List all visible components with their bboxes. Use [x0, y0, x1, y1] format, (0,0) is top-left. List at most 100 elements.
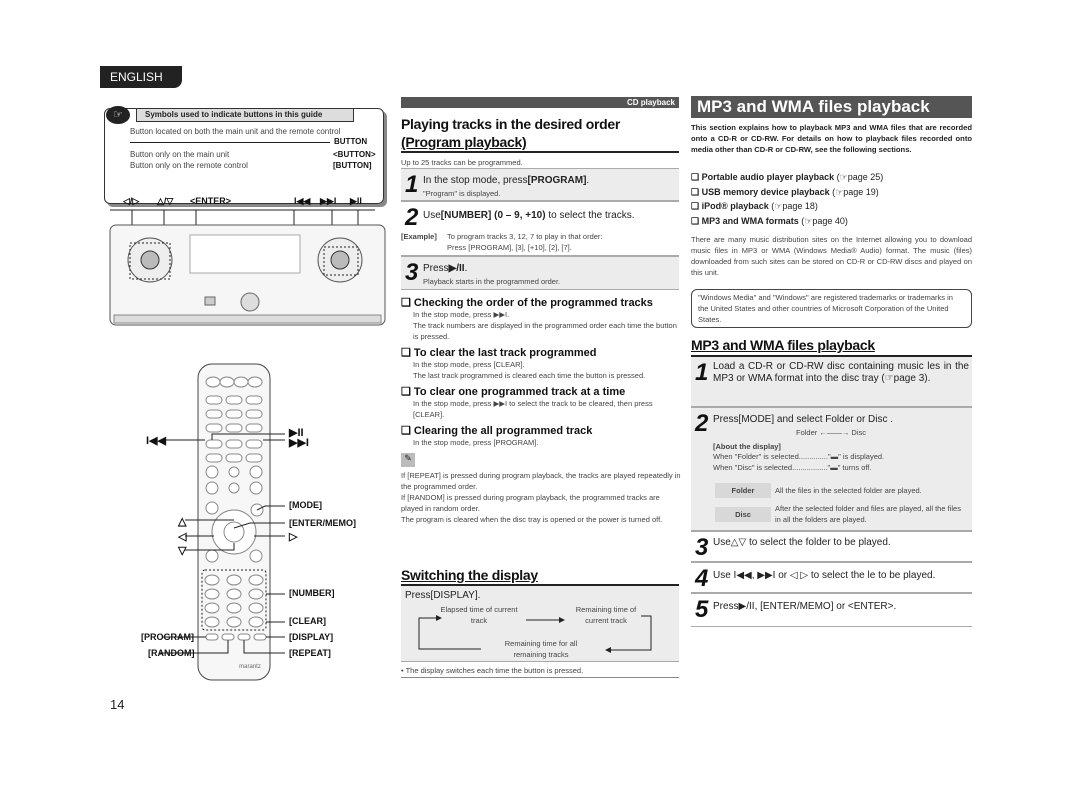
step-subtext: Playback starts in the programmed order. — [423, 277, 561, 286]
example-line1: To program tracks 3, 12, 7 to play in th… — [447, 232, 603, 241]
example-line2: Press [PROGRAM], [3], [+10], [2], [7]. — [447, 243, 572, 252]
link-usb-memory[interactable]: ❑ USB memory device playback (☞page 19) — [691, 185, 972, 200]
remote-brand-text: marantz — [239, 664, 261, 670]
step-number: 3 — [405, 259, 419, 286]
display-box: Press[DISPLAY]. Elapsed time of current … — [401, 584, 679, 662]
link-ref: (☞page 18) — [771, 201, 818, 211]
symbols-remote: Button only on the remote control — [130, 161, 248, 170]
step-number: 1 — [405, 171, 419, 198]
link-label: ❑ MP3 and WMA formats — [691, 215, 799, 226]
subsection-text: In the stop mode, press [CLEAR]. — [413, 360, 525, 369]
symbols-both-tag: BUTTON — [334, 137, 368, 146]
display-cycle-arrows — [418, 615, 652, 653]
step-number: 2 — [405, 204, 419, 231]
mp3-step-1: 1 Load a CD-R or CD-RW disc containing m… — [691, 355, 972, 407]
note-item: If [REPEAT] is pressed during program pl… — [401, 471, 681, 491]
step-number: 3 — [695, 534, 709, 561]
link-label: ❑ Portable audio player playback — [691, 172, 835, 182]
subsection-title: ❑ To clear one programmed track at a tim… — [401, 386, 626, 398]
divider — [401, 677, 679, 678]
program-step-2: 2 Use[NUMBER] (0 – 9, +10) to select the… — [401, 201, 679, 256]
subsection-text: In the stop mode, press [PROGRAM]. — [413, 438, 539, 447]
program-title-line1: Playing tracks in the desired order — [401, 116, 621, 132]
remote-label-next: ▶▶I — [289, 437, 309, 449]
step-number: 4 — [695, 565, 709, 592]
symbols-remote-tag: [BUTTON] — [333, 161, 372, 170]
link-mp3-wma-formats[interactable]: ❑ MP3 and WMA formats (☞page 40) — [691, 214, 972, 229]
main-unit-illustration — [109, 209, 386, 326]
about-disc: When "Disc" is selected.................… — [713, 463, 872, 472]
symbols-title: Symbols used to indicate buttons in this… — [136, 108, 354, 122]
step-text-end: . — [586, 175, 590, 186]
program-title-line2: (Program playback) — [401, 134, 527, 150]
remote-label-enter-memo: [ENTER/MEMO] — [289, 518, 356, 528]
symbols-both: Button located on both the main unit and… — [130, 127, 341, 136]
program-step-3: 3 Press▶/II. Playback starts in the prog… — [401, 256, 679, 290]
step-number: 1 — [695, 359, 709, 386]
mp3-step-3: 3 Use△▽ to select the folder to be playe… — [691, 531, 972, 562]
step-number: 2 — [695, 410, 709, 437]
program-subsections: ❑ Checking the order of the programmed t… — [401, 296, 681, 525]
step-text: Press — [423, 263, 449, 274]
disc-label: Disc — [715, 507, 771, 522]
remote-label-down: ▽ — [178, 545, 187, 557]
link-ref: (☞page 19) — [832, 186, 879, 197]
step-text-end: . — [464, 263, 468, 274]
arrow-line — [130, 142, 330, 143]
remote-label-right: ▷ — [289, 531, 298, 543]
step-text: In the stop mode, press — [423, 175, 528, 186]
link-ref: (☞page 40) — [801, 215, 848, 226]
title-rule — [401, 151, 679, 153]
program-button-ref: [PROGRAM] — [527, 175, 587, 186]
remote-label-program: [PROGRAM] — [141, 632, 194, 642]
step-text: Press[MODE] and select Folder or Disc . — [713, 414, 894, 425]
mp3-step-5: 5 Press▶/II, [ENTER/MEMO] or <ENTER>. — [691, 593, 972, 627]
language-tab: ENGLISH — [100, 66, 182, 88]
remote-label-mode: [MODE] — [289, 500, 322, 510]
step-text: Use — [423, 210, 441, 221]
step-text: Use△▽ to select the folder to be played. — [713, 537, 891, 548]
note-pencil-icon: ✎ — [401, 453, 415, 467]
disc-description: After the selected folder and files are … — [775, 504, 961, 524]
remote-label-repeat: [REPEAT] — [289, 648, 331, 658]
mp3-step-2: 2 Press[MODE] and select Folder or Disc … — [691, 407, 972, 531]
mp3-intro: This section explains how to playback MP… — [691, 123, 972, 154]
note-item: If [RANDOM] is pressed during program pl… — [401, 493, 660, 513]
remote-label-number: [NUMBER] — [289, 588, 335, 598]
remote-label-left: ◁ — [178, 531, 187, 543]
remote-label-clear: [CLEAR] — [289, 616, 326, 626]
step-text: Press▶/II, [ENTER/MEMO] or <ENTER>. — [713, 601, 897, 612]
link-ref: (☞page 25) — [836, 172, 884, 182]
trademark-box: "Windows Media" and "Windows" are regist… — [691, 289, 972, 328]
step-subtext: "Program" is displayed. — [423, 189, 501, 198]
folder-label: Folder — [715, 483, 771, 498]
step-text-end: to select the tracks. — [545, 210, 635, 221]
step-text: Load a CD-R or CD-RW disc containing mus… — [713, 361, 969, 384]
program-step-1: 1 In the stop mode, press[PROGRAM]. "Pro… — [401, 168, 679, 201]
step-text: Use I◀◀, ▶▶I or ◁ ▷ to select the le to … — [713, 570, 936, 581]
example-label: [Example] — [401, 232, 437, 241]
link-label: ❑ iPod® playback — [691, 201, 769, 211]
mp3-wma-header: MP3 and WMA files playback — [691, 96, 972, 118]
pointing-hand-icon: ☞ — [106, 106, 130, 124]
remote-label-prev: I◀◀ — [146, 435, 166, 447]
play-pause-ref: ▶/II — [448, 263, 465, 274]
folder-disc-toggle: Folder ←——→ Disc — [796, 428, 867, 437]
link-ipod[interactable]: ❑ iPod® playback (☞page 18) — [691, 199, 972, 214]
subsection-text: In the stop mode, press ▶▶I to select th… — [413, 399, 653, 419]
remote-label-random: [RANDOM] — [148, 648, 195, 658]
subsection-title: ❑ Checking the order of the programmed t… — [401, 297, 653, 309]
switching-display-title: Switching the display — [401, 567, 538, 583]
display-note: • The display switches each time the but… — [401, 666, 584, 675]
subsection-text: In the stop mode, press ▶▶I. — [413, 310, 510, 319]
subsection-title: ❑ Clearing the all programmed track — [401, 425, 593, 437]
about-folder: When "Folder" is selected.............."… — [713, 452, 885, 461]
mp3-playback-title: MP3 and WMA files playback — [691, 337, 875, 353]
program-intro: Up to 25 tracks can be programmed. — [401, 158, 523, 167]
step-number: 5 — [695, 596, 709, 623]
mp3-link-list: ❑ Portable audio player playback (☞page … — [691, 170, 972, 228]
link-portable-audio[interactable]: ❑ Portable audio player playback (☞page … — [691, 170, 972, 185]
note-item: The program is cleared when the disc tra… — [401, 515, 663, 524]
section-bar-cd-playback: CD playback — [401, 97, 679, 108]
page-number: 14 — [110, 697, 125, 712]
